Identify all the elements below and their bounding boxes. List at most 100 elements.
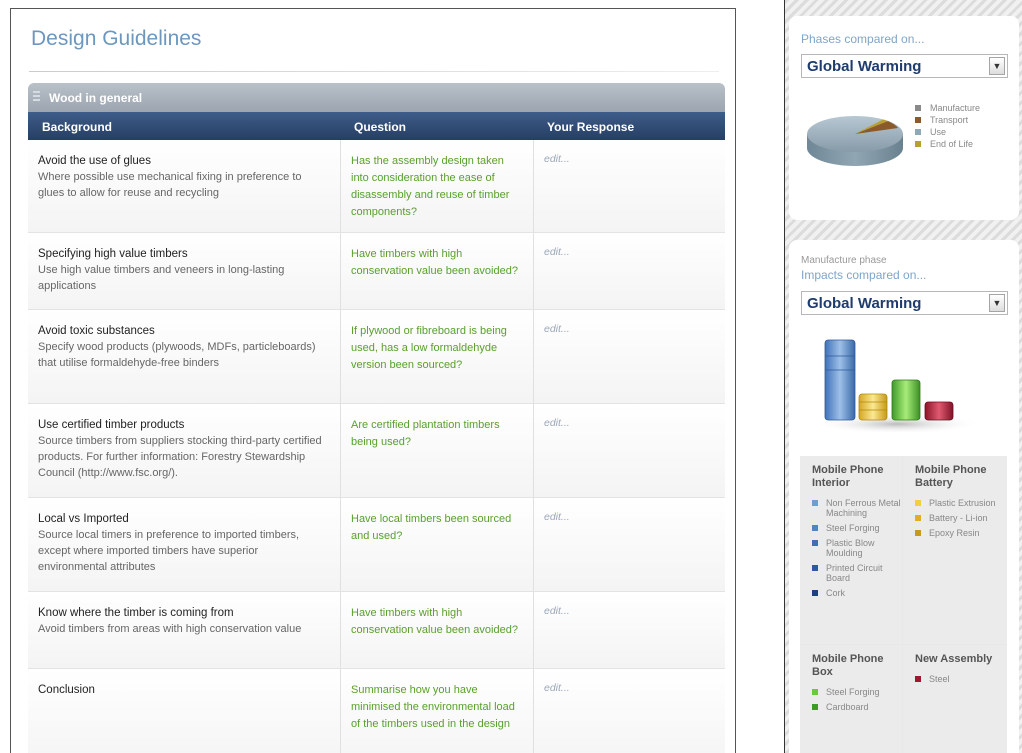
question-cell: Have timbers with high conservation valu…: [340, 233, 533, 309]
edit-link[interactable]: edit...: [544, 417, 570, 429]
bar-mobile-phone-interior: [824, 339, 856, 421]
table-row: Avoid the use of glues Where possible use…: [28, 140, 725, 233]
response-cell: edit...: [533, 404, 725, 497]
guideline-title: Use certified timber products: [38, 419, 185, 431]
edit-link[interactable]: edit...: [544, 246, 570, 258]
background-cell: Avoid toxic substances Specify wood produ…: [28, 310, 340, 403]
question-cell: Have timbers with high conservation valu…: [340, 592, 533, 668]
table-row: Conclusion Summarise how you have minimi…: [28, 669, 725, 753]
response-cell: edit...: [533, 498, 725, 591]
column-header-question: Question: [354, 120, 407, 134]
legend-label: Manufacture: [930, 103, 981, 113]
legend-swatch: [915, 500, 921, 506]
table-row: Use certified timber products Source timb…: [28, 404, 725, 498]
legend-swatch: [915, 117, 921, 123]
impacts-label: Impacts compared on...: [801, 268, 927, 282]
chevron-down-icon[interactable]: ▼: [989, 294, 1005, 312]
column-header-background: Background: [42, 120, 113, 134]
table-row: Specifying high value timbers Use high va…: [28, 233, 725, 310]
impacts-panel: Manufacture phase Impacts compared on...…: [789, 240, 1019, 753]
drag-handle-icon[interactable]: [33, 91, 40, 103]
edit-link[interactable]: edit...: [544, 605, 570, 617]
group-header[interactable]: Wood in general: [28, 83, 725, 112]
column-header-response: Your Response: [547, 120, 635, 134]
background-cell: Specifying high value timbers Use high va…: [28, 233, 340, 309]
response-cell: edit...: [533, 669, 725, 753]
legend-swatch: [915, 530, 921, 536]
legend-label: Steel Forging: [826, 687, 880, 697]
legend-swatch: [915, 129, 921, 135]
impacts-metric-dropdown[interactable]: Global Warming ▼: [801, 291, 1008, 315]
background-cell: Avoid the use of glues Where possible use…: [28, 140, 340, 232]
legend-label: Steel Forging: [826, 523, 880, 533]
question-cell: Are certified plantation timbers being u…: [340, 404, 533, 497]
background-cell: Conclusion: [28, 669, 340, 753]
bar-new-assembly: [924, 401, 954, 421]
legend-swatch: [812, 689, 818, 695]
legend-label: Cardboard: [826, 702, 869, 712]
phases-metric-dropdown[interactable]: Global Warming ▼: [801, 54, 1008, 78]
guideline-description: Source local timers in preference to imp…: [38, 529, 300, 573]
legend-label: Printed Circuit Board: [826, 563, 883, 583]
bar-mobile-phone-box: [891, 379, 921, 421]
legend-group-title: Mobile Phone Battery: [915, 464, 987, 489]
edit-link[interactable]: edit...: [544, 682, 570, 694]
guideline-description: Where possible use mechanical fixing in …: [38, 171, 302, 199]
table-row: Avoid toxic substances Specify wood produ…: [28, 310, 725, 404]
group-label: Wood in general: [49, 91, 143, 105]
guideline-title: Conclusion: [38, 684, 95, 696]
legend-group: Mobile Phone Interior Non Ferrous Metal …: [800, 456, 902, 644]
guideline-description: Use high value timbers and veneers in lo…: [38, 264, 285, 292]
chevron-down-icon[interactable]: ▼: [989, 57, 1005, 75]
background-cell: Use certified timber products Source timb…: [28, 404, 340, 497]
legend-item: End of Life: [915, 138, 980, 150]
guidelines-panel: Design Guidelines Wood in general Backgr…: [10, 8, 736, 753]
legend-group-title: New Assembly: [915, 653, 993, 665]
legend-swatch: [915, 141, 921, 147]
legend-label: Plastic Extrusion: [929, 498, 996, 508]
phases-legend: Manufacture Transport Use End of Life: [915, 102, 980, 150]
legend-label: Use: [930, 127, 947, 137]
impacts-legend: Mobile Phone Interior Non Ferrous Metal …: [800, 456, 1007, 753]
guideline-description: Avoid timbers from areas with high conse…: [38, 623, 302, 635]
legend-group-title: Mobile Phone Box: [812, 653, 884, 678]
edit-link[interactable]: edit...: [544, 153, 570, 165]
legend-item: Battery - Li-ion: [915, 513, 1007, 523]
background-cell: Know where the timber is coming from Avoi…: [28, 592, 340, 668]
background-cell: Local vs Imported Source local timers in …: [28, 498, 340, 591]
legend-group-title: Mobile Phone Interior: [812, 464, 884, 489]
legend-swatch: [812, 565, 818, 571]
legend-swatch: [812, 704, 818, 710]
table-header: Background Question Your Response: [28, 112, 725, 140]
guideline-title: Avoid toxic substances: [38, 325, 155, 337]
guideline-title: Specifying high value timbers: [38, 248, 188, 260]
legend-item: Steel Forging: [812, 523, 902, 533]
response-cell: edit...: [533, 140, 725, 232]
guideline-title: Avoid the use of glues: [38, 155, 151, 167]
legend-swatch: [812, 525, 818, 531]
legend-item: Manufacture: [915, 102, 980, 114]
legend-label: End of Life: [930, 139, 974, 149]
legend-group: Mobile Phone Box Steel Forging Cardboard: [800, 645, 902, 753]
legend-swatch: [915, 105, 921, 111]
table-row: Local vs Imported Source local timers in …: [28, 498, 725, 592]
question-cell: Have local timbers been sourced and used…: [340, 498, 533, 591]
edit-link[interactable]: edit...: [544, 511, 570, 523]
dropdown-value: Global Warming: [807, 58, 922, 75]
edit-link[interactable]: edit...: [544, 323, 570, 335]
question-cell: Summarise how you have minimised the env…: [340, 669, 533, 753]
legend-item: Transport: [915, 114, 980, 126]
legend-item: Steel Forging: [812, 687, 902, 697]
legend-swatch: [812, 540, 818, 546]
question-cell: If plywood or fibreboard is being used, …: [340, 310, 533, 403]
legend-item: Non Ferrous Metal Machining: [812, 498, 902, 518]
legend-label: Battery - Li-ion: [929, 513, 988, 523]
legend-item: Cork: [812, 588, 902, 598]
phase-label: Manufacture phase: [801, 255, 887, 266]
dropdown-value: Global Warming: [807, 295, 922, 312]
phases-label: Phases compared on...: [801, 32, 925, 46]
legend-item: Epoxy Resin: [915, 528, 1007, 538]
sidebar: Phases compared on... Global Warming ▼ M…: [784, 0, 1022, 753]
guidelines-table: Avoid the use of glues Where possible use…: [28, 140, 725, 753]
guideline-title: Know where the timber is coming from: [38, 607, 234, 619]
